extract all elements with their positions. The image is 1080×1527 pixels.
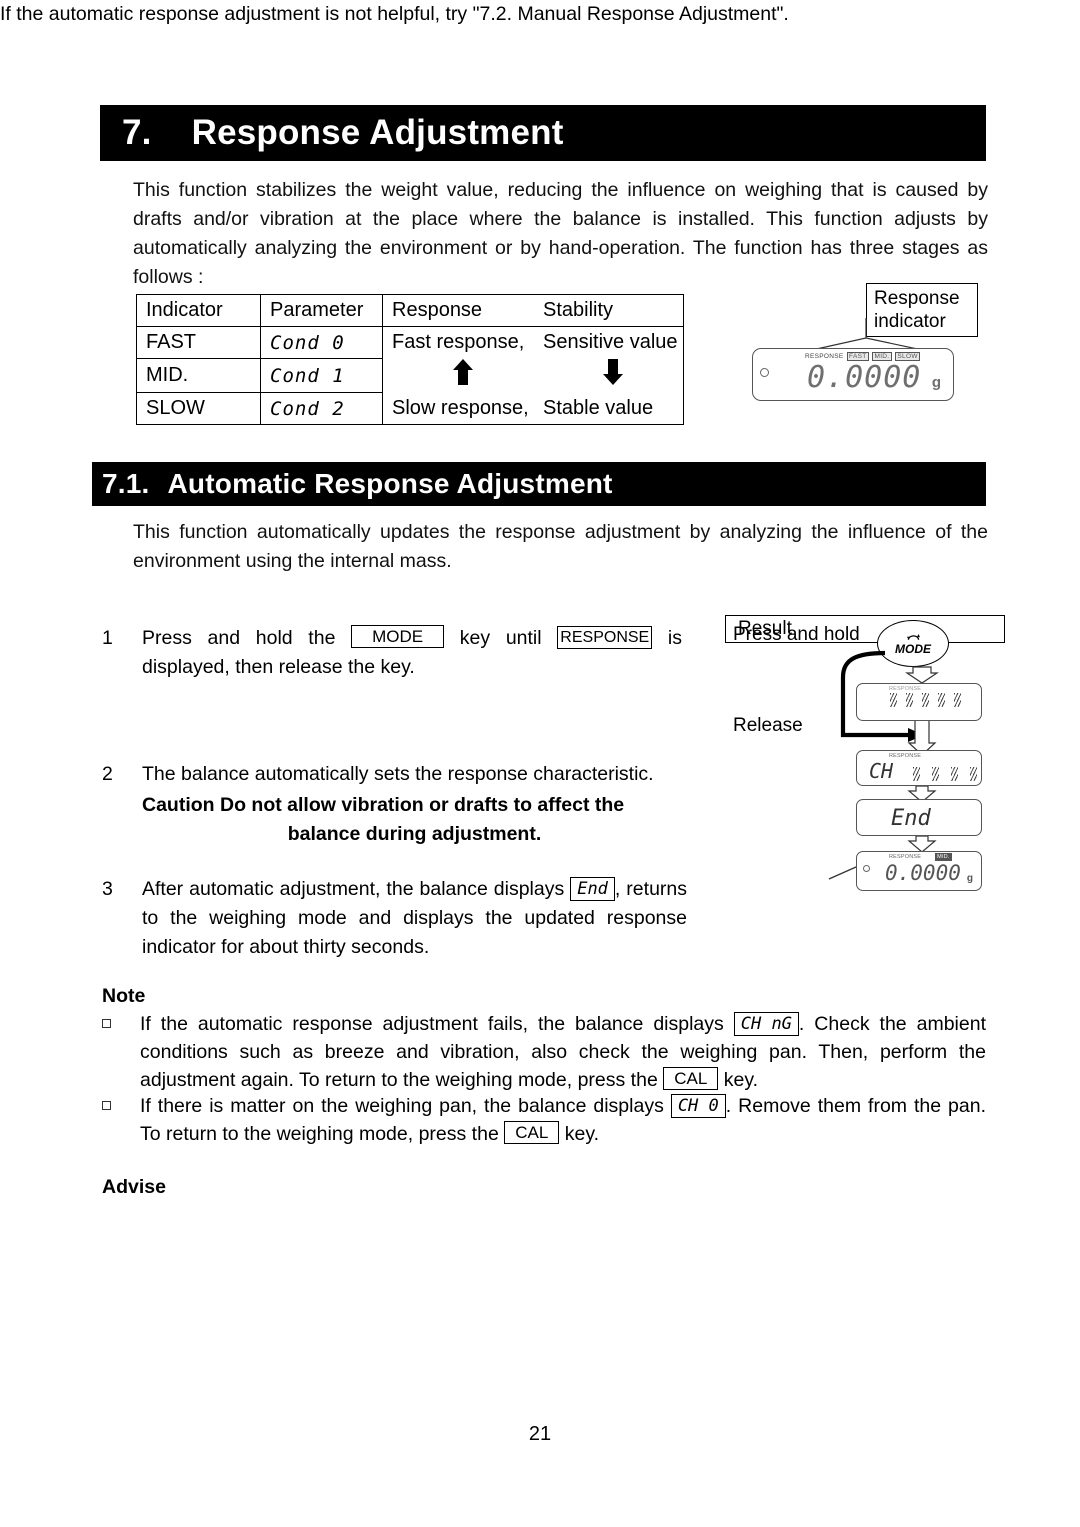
table-header-stability: Stability bbox=[543, 299, 614, 321]
flow-display-2: RESPONSE CH bbox=[856, 750, 982, 786]
note-item-1-text: If the automatic response adjustment fai… bbox=[140, 1010, 986, 1094]
table-header-parameter: Parameter bbox=[260, 294, 383, 327]
step-1-body: Press and hold the MODE key until RESPON… bbox=[142, 624, 682, 682]
step-2: 2 The balance automatically sets the res… bbox=[102, 760, 687, 849]
step-2-body: The balance automatically sets the respo… bbox=[142, 760, 687, 849]
flow-display-4-response-label: RESPONSE bbox=[889, 854, 922, 860]
caution-line-1: Do not allow vibration or drafts to affe… bbox=[220, 794, 625, 816]
response-arrow-cell bbox=[383, 358, 543, 393]
table-row: FAST Cond 0 Fast response, Sensitive val… bbox=[136, 326, 684, 359]
row-parameter-mid: Cond 1 bbox=[260, 358, 383, 393]
display-ch-ng-label: CH nG bbox=[733, 1012, 799, 1036]
stability-arrow-cell bbox=[543, 358, 683, 393]
down-arrow-icon bbox=[603, 358, 623, 385]
note-item-2: If there is matter on the weighing pan, … bbox=[102, 1092, 986, 1148]
flow-display-4-unit: g bbox=[966, 873, 973, 884]
flow-display-4-mid-indicator: MID. bbox=[935, 853, 952, 861]
flow-display-3: End bbox=[856, 799, 982, 836]
section-number: 7. bbox=[122, 113, 152, 152]
stability-text-slow: Stable value bbox=[543, 396, 654, 419]
subsection-number: 7.1. bbox=[102, 468, 150, 499]
note-2-before: If there is matter on the weighing pan, … bbox=[140, 1095, 664, 1117]
step-2-text: The balance automatically sets the respo… bbox=[142, 763, 654, 785]
row-response-slow: Slow response, Stable value bbox=[382, 392, 684, 425]
flashing-indicator-icon bbox=[890, 693, 961, 707]
table-header-response: Response bbox=[392, 299, 483, 321]
power-indicator-icon bbox=[863, 865, 870, 872]
row-parameter-slow: Cond 2 bbox=[260, 392, 383, 425]
flow-display-3-text: End bbox=[891, 806, 931, 831]
display-ch-0-label: CH 0 bbox=[670, 1094, 726, 1118]
intro-paragraph: This function stabilizes the weight valu… bbox=[133, 179, 988, 288]
response-indicator-label: RESPONSE bbox=[557, 626, 653, 649]
caution-block: Caution Do not allow vibration or drafts… bbox=[142, 791, 687, 849]
flow-display-2-annunciator: RESPONSE bbox=[889, 753, 922, 759]
step-3-number: 3 bbox=[102, 878, 113, 900]
flow-display-4-annunciator: RESPONSE MID. bbox=[889, 853, 952, 861]
table-row: SLOW Cond 2 Slow response, Stable value bbox=[136, 392, 684, 425]
flow-display-4-digits: 0.0000 bbox=[885, 861, 961, 885]
step-3: 3 After automatic adjustment, the balanc… bbox=[102, 875, 687, 962]
step-2-number: 2 bbox=[102, 763, 113, 785]
table-header-row: Indicator Parameter Response Stability bbox=[136, 294, 684, 327]
subsection-title: Automatic Response Adjustment bbox=[167, 468, 613, 499]
flow-display-1-annunciator: RESPONSE bbox=[889, 686, 922, 692]
cal-key-label: CAL bbox=[504, 1121, 560, 1144]
note-item-2-text: If there is matter on the weighing pan, … bbox=[140, 1092, 986, 1148]
note-1-before: If the automatic response adjustment fai… bbox=[140, 1013, 724, 1035]
step-1-text-before: Press and hold the bbox=[142, 627, 336, 649]
page-number: 21 bbox=[528, 1423, 552, 1445]
annunciator-response-label: RESPONSE bbox=[805, 353, 844, 360]
row-response-fast: Fast response, Sensitive value bbox=[382, 326, 684, 359]
flow-display-2-text: CH bbox=[869, 759, 894, 783]
row-parameter-fast: Cond 0 bbox=[260, 326, 383, 359]
response-stages-table: Indicator Parameter Response Stability F… bbox=[136, 294, 684, 425]
note-item-1: If the automatic response adjustment fai… bbox=[102, 1010, 986, 1094]
flashing-digits-icon bbox=[913, 767, 977, 781]
row-arrows bbox=[382, 358, 684, 393]
step-1: 1 Press and hold the MODE key until RESP… bbox=[102, 624, 682, 682]
power-indicator-icon bbox=[760, 368, 769, 377]
stability-text-fast: Sensitive value bbox=[543, 331, 678, 354]
balance-display-top: RESPONSE FAST MID. SLOW 0.0000 g bbox=[752, 348, 954, 401]
table-header-indicator: Indicator bbox=[136, 294, 261, 327]
bullet-square-icon bbox=[102, 1019, 111, 1028]
row-indicator-mid: MID. bbox=[136, 358, 261, 393]
up-arrow-icon bbox=[453, 358, 473, 385]
document-page: 7. Response Adjustment This function sta… bbox=[0, 0, 1080, 1527]
row-indicator-slow: SLOW bbox=[136, 392, 261, 425]
bullet-square-icon bbox=[102, 1101, 111, 1110]
step-3-text-before: After automatic adjustment, the balance … bbox=[142, 878, 565, 900]
operation-flow-diagram: Press and hold Release MODE RESPONSE RES… bbox=[725, 615, 1005, 905]
section-heading: 7. Response Adjustment bbox=[100, 105, 986, 161]
step-1-number: 1 bbox=[102, 627, 113, 649]
row-indicator-fast: FAST bbox=[136, 326, 261, 359]
section-title: Response Adjustment bbox=[191, 113, 564, 152]
display-end-label: End bbox=[570, 877, 615, 901]
table-row: MID. Cond 1 bbox=[136, 358, 684, 393]
advise-heading: Advise bbox=[102, 1176, 166, 1198]
auto-section-paragraph: This function automatically updates the … bbox=[133, 521, 988, 572]
table-header-response-stability: Response Stability bbox=[382, 294, 684, 327]
cal-key-label: CAL bbox=[663, 1067, 719, 1090]
subsection-heading: 7.1. Automatic Response Adjustment bbox=[92, 462, 986, 506]
flow-display-1: RESPONSE bbox=[856, 683, 982, 721]
step-1-text-mid: key until bbox=[459, 627, 542, 649]
display-digits: 0.0000 bbox=[807, 360, 922, 395]
note-heading: Note bbox=[102, 985, 146, 1007]
note-1-after: key. bbox=[723, 1069, 759, 1091]
flow-display-4-result: RESPONSE MID. 0.0000 g bbox=[856, 851, 982, 891]
display-unit: g bbox=[931, 374, 941, 391]
mode-key-label: MODE bbox=[351, 625, 445, 648]
response-text-fast: Fast response, bbox=[392, 331, 525, 354]
caution-lead: Caution bbox=[142, 794, 215, 816]
caution-line-2: balance during adjustment. bbox=[287, 823, 542, 845]
step-3-body: After automatic adjustment, the balance … bbox=[142, 875, 687, 962]
note-2-after: key. bbox=[564, 1123, 600, 1145]
advise-text: If the automatic response adjustment is … bbox=[0, 3, 789, 25]
response-text-slow: Slow response, bbox=[392, 396, 529, 419]
